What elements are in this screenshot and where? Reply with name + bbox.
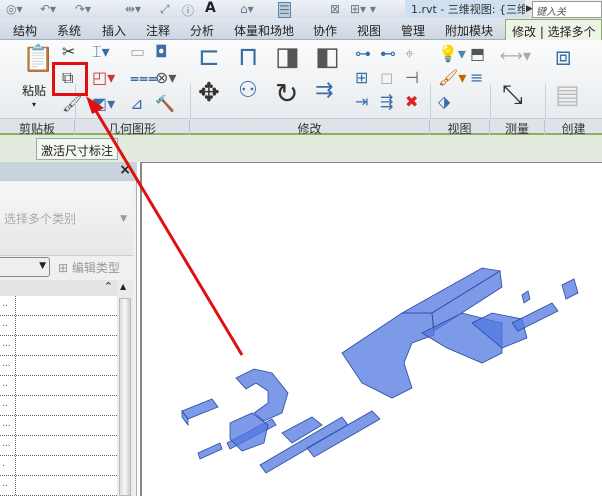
arrow-line [91, 105, 244, 356]
arrow-head [86, 96, 104, 114]
annotation-arrow [86, 96, 244, 356]
